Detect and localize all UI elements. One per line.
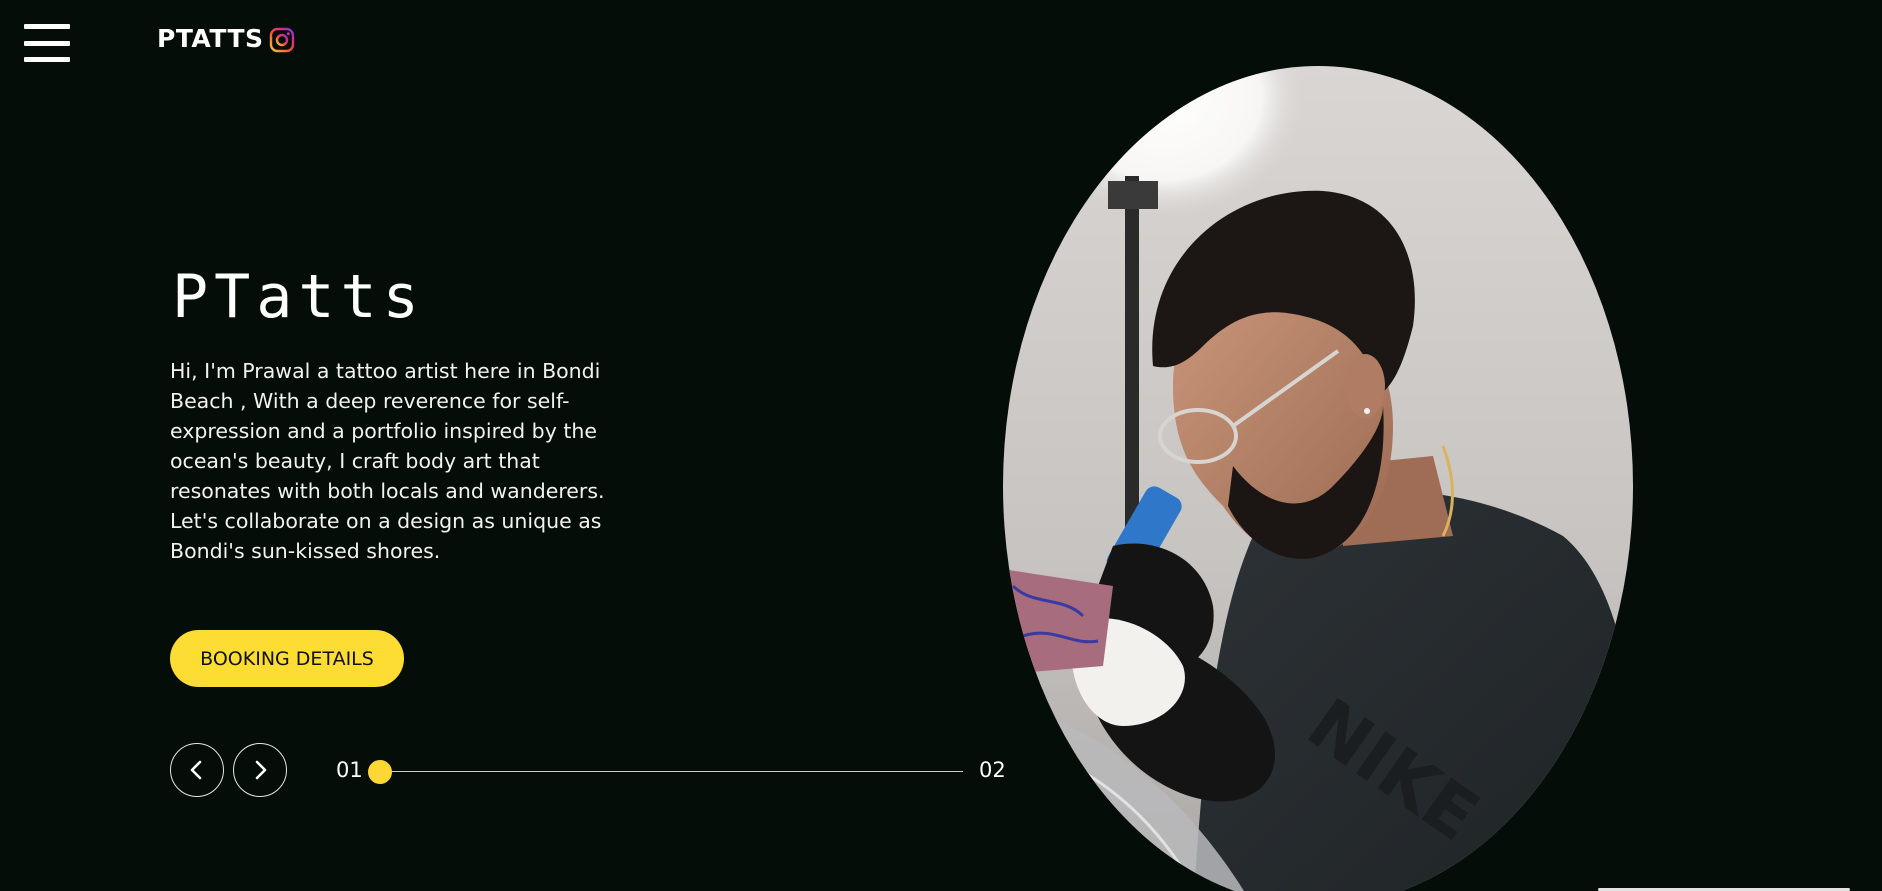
slide-progress-track[interactable]	[380, 771, 963, 772]
booking-details-button[interactable]: BOOKING DETAILS	[170, 630, 404, 687]
page: PTATTS PTatts Hi, I'm Prawal a tattoo ar…	[0, 0, 1882, 891]
hero-description: Hi, I'm Prawal a tattoo artist here in B…	[170, 359, 605, 563]
instagram-icon[interactable]	[269, 27, 295, 53]
brand-logo[interactable]: PTATTS	[157, 24, 264, 53]
slide-progress-knob[interactable]	[368, 760, 392, 784]
hero-title: PTatts	[172, 262, 425, 332]
chevron-left-icon	[190, 760, 202, 780]
hamburger-menu-icon[interactable]	[24, 24, 70, 62]
previous-slide-button[interactable]	[170, 743, 224, 797]
slide-start-number: 01	[336, 758, 363, 782]
next-slide-button[interactable]	[233, 743, 287, 797]
chevron-right-icon	[255, 760, 267, 780]
artist-portrait-photo: NIKE	[1003, 66, 1633, 891]
slide-end-number: 02	[979, 758, 1006, 782]
